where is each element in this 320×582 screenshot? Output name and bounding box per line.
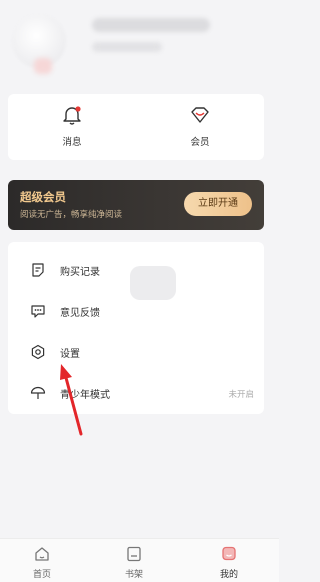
gem-icon <box>191 107 209 123</box>
vip-title: 超级会员 <box>20 190 66 204</box>
profile-header[interactable] <box>0 0 279 90</box>
tab-home[interactable]: 首页 <box>12 545 72 581</box>
settings-label: 设置 <box>60 349 80 360</box>
feedback-label: 意见反馈 <box>60 308 100 319</box>
avatar[interactable] <box>12 14 66 68</box>
teen-mode-row[interactable]: 青少年模式 未开启 <box>8 375 264 411</box>
feedback-icon <box>31 305 45 318</box>
tab-profile-label: 我的 <box>219 570 238 580</box>
profile-icon <box>222 546 236 561</box>
vip-banner[interactable]: 超级会员 阅读无广告，畅享纯净阅读 立即开通 <box>8 180 264 230</box>
membership-label: 会员 <box>190 137 210 148</box>
messages-label: 消息 <box>62 137 82 148</box>
tab-bookshelf[interactable]: 书架 <box>104 545 164 581</box>
tab-home-label: 首页 <box>32 570 51 580</box>
home-icon <box>35 547 49 561</box>
purchase-record-icon <box>32 263 44 277</box>
username-blurred <box>92 18 210 32</box>
messages-button[interactable]: 消息 <box>42 104 102 154</box>
purchase-record-label: 购买记录 <box>60 267 100 278</box>
bookshelf-icon <box>127 546 141 562</box>
vip-subtitle: 阅读无广告，畅享纯净阅读 <box>20 210 123 220</box>
quick-actions-card: 消息 会员 <box>8 94 264 160</box>
blurred-overlay <box>130 266 176 300</box>
bell-icon <box>63 106 81 125</box>
bottom-tab-bar: 首页 书架 我的 <box>0 538 279 582</box>
user-subtitle-blurred <box>92 42 162 52</box>
settings-icon <box>31 344 45 360</box>
teen-mode-status: 未开启 <box>228 390 254 400</box>
open-vip-button[interactable]: 立即开通 <box>184 192 252 216</box>
teen-mode-icon <box>30 386 46 399</box>
tab-profile[interactable]: 我的 <box>199 545 259 581</box>
membership-button[interactable]: 会员 <box>170 104 230 154</box>
red-arrow-annotation <box>60 364 83 436</box>
settings-row[interactable]: 设置 <box>8 334 264 370</box>
tab-bookshelf-label: 书架 <box>124 570 143 580</box>
